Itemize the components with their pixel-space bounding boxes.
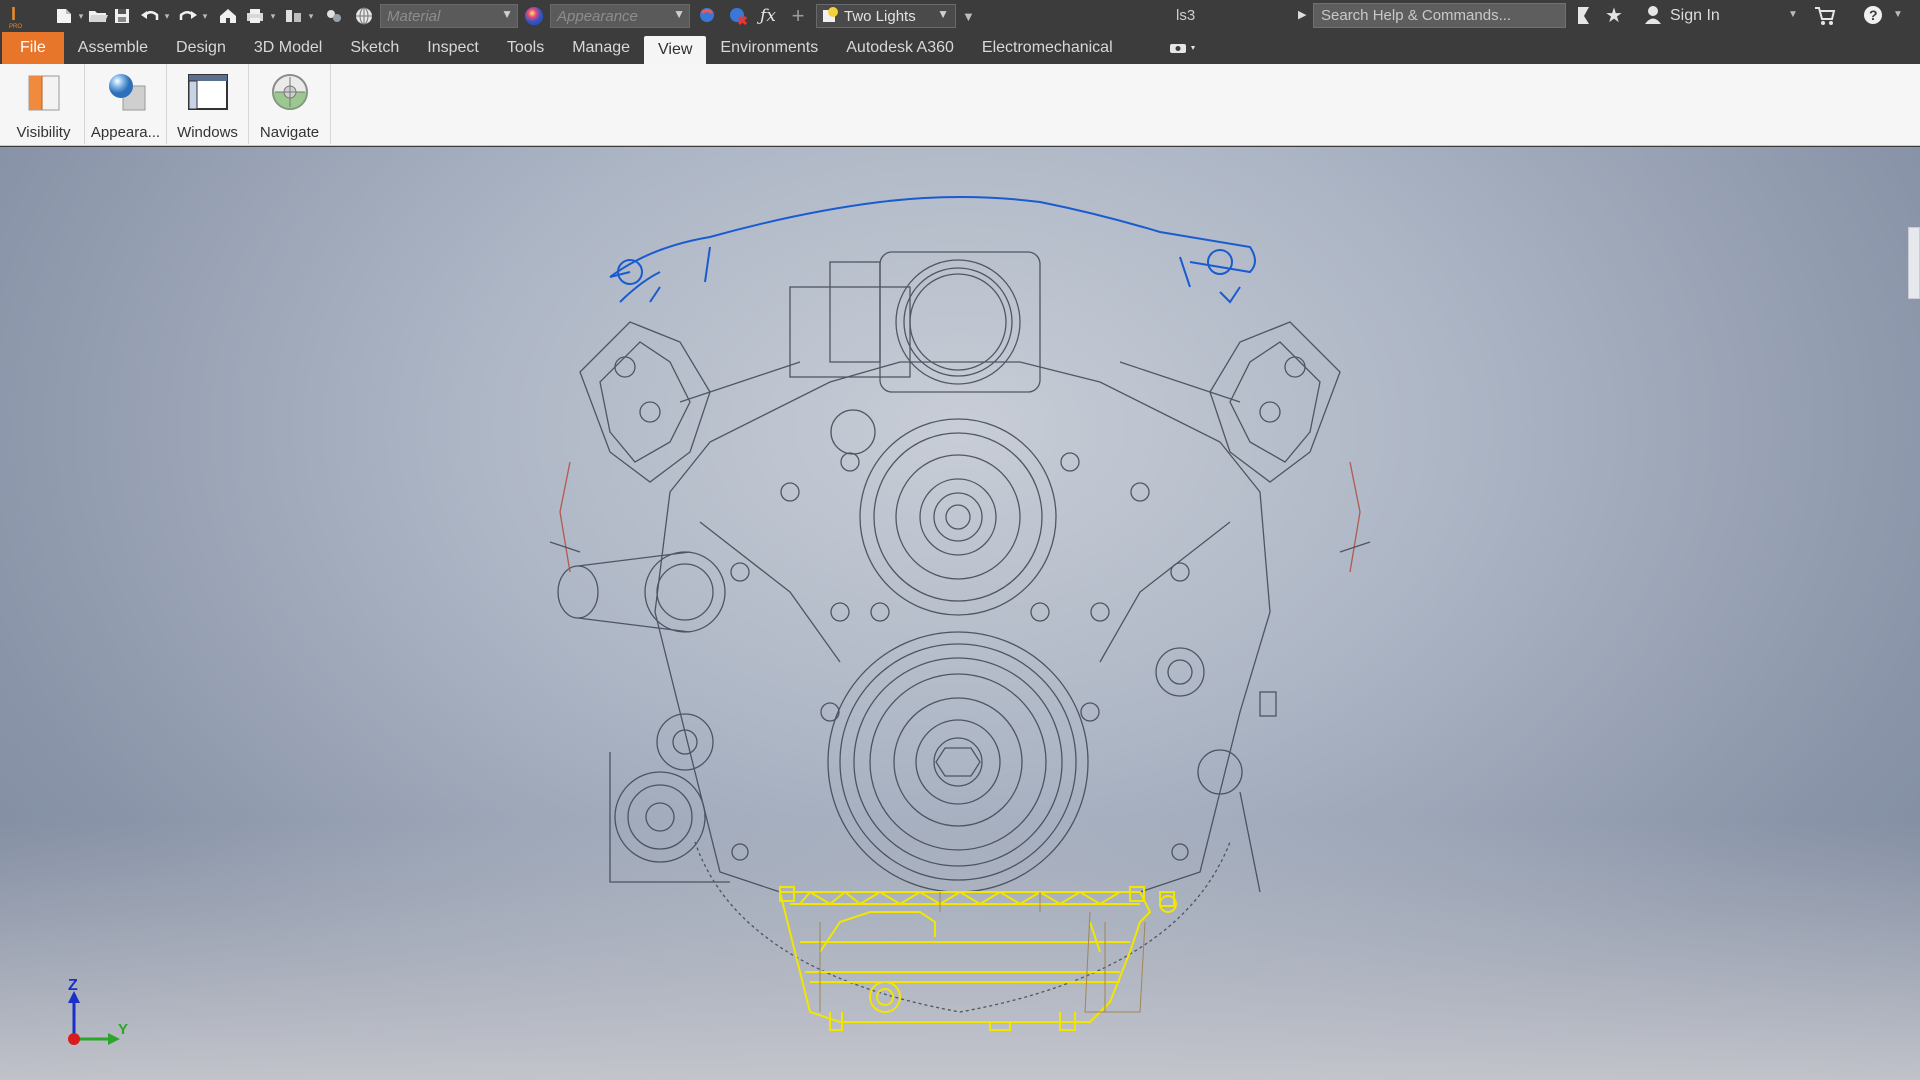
search-help-input[interactable]: Search Help & Commands... [1313, 3, 1566, 28]
viewport-scrollbar-thumb[interactable] [1908, 227, 1920, 299]
print-dropdown-icon[interactable]: ▾ [268, 11, 278, 22]
sign-in-dropdown-icon[interactable]: ▼ [1788, 9, 1798, 20]
navigate-label: Navigate [259, 124, 320, 141]
redo-dropdown-icon[interactable]: ▾ [200, 11, 210, 22]
tab-view[interactable]: View [644, 36, 707, 64]
tab-assemble[interactable]: Assemble [64, 32, 162, 64]
search-placeholder: Search Help & Commands... [1321, 7, 1512, 24]
new-file-icon[interactable] [52, 4, 76, 28]
cart-icon[interactable] [1813, 4, 1837, 31]
tab-file[interactable]: File [2, 32, 64, 64]
star-icon[interactable]: ★ [1605, 3, 1623, 28]
ribbon-overflow-icon[interactable] [1155, 32, 1213, 64]
appearance-combo[interactable]: Appearance ▼ [550, 4, 690, 28]
navigate-icon [271, 74, 308, 110]
visibility-label: Visibility [16, 124, 71, 141]
tab-autodesk-a360[interactable]: Autodesk A360 [832, 32, 968, 64]
undo-icon[interactable] [138, 4, 162, 28]
visibility-icon [28, 75, 59, 111]
appearance-icon [108, 74, 145, 111]
document-title: ls3 [1176, 7, 1196, 24]
home-icon[interactable] [216, 4, 240, 28]
new-dropdown-icon[interactable]: ▾ [76, 11, 86, 22]
bulb-icon [823, 7, 838, 22]
help-icon[interactable]: ? [1862, 4, 1884, 31]
tab-electromechanical[interactable]: Electromechanical [968, 32, 1127, 64]
ribbon-panel: Visibility Appeara... Windows Navigate [0, 64, 1920, 146]
clear-icon[interactable] [726, 4, 750, 28]
tab-sketch[interactable]: Sketch [336, 32, 413, 64]
appearance-button[interactable]: Appeara... [85, 64, 167, 144]
navigate-button[interactable]: Navigate [249, 64, 331, 144]
material-combo-text: Material [387, 7, 441, 25]
inventor-pro-logo[interactable]: I PRO [6, 4, 28, 29]
customize-toolbar-icon[interactable]: ▼ [962, 9, 975, 24]
tab-3d-model[interactable]: 3D Model [240, 32, 336, 64]
material-combo[interactable]: Material ▼ [380, 4, 518, 28]
help-dropdown-icon[interactable]: ▼ [1893, 9, 1903, 20]
redo-icon[interactable] [176, 4, 200, 28]
tab-environments[interactable]: Environments [706, 32, 832, 64]
select-dropdown-icon[interactable]: ▾ [306, 11, 316, 22]
tab-manage[interactable]: Manage [558, 32, 644, 64]
tab-design[interactable]: Design [162, 32, 240, 64]
fx-icon[interactable]: ƒx [756, 4, 780, 28]
graphics-viewport[interactable]: Z Y [0, 147, 1920, 1080]
plus-icon[interactable]: + [786, 3, 810, 28]
undo-dropdown-icon[interactable]: ▾ [162, 11, 172, 22]
appearance-ball-icon[interactable] [522, 4, 546, 28]
appearance-combo-text: Appearance [557, 7, 638, 25]
windows-button[interactable]: Windows [167, 64, 249, 144]
chevron-down-icon: ▼ [673, 7, 685, 21]
visibility-button[interactable]: Visibility [3, 64, 85, 144]
appearance-label: Appeara... [90, 124, 161, 141]
select-icon[interactable] [282, 4, 306, 28]
windows-icon [187, 74, 228, 110]
lighting-style-text: Two Lights [844, 7, 916, 25]
save-icon[interactable] [110, 4, 134, 28]
tab-inspect[interactable]: Inspect [413, 32, 493, 64]
color-icon[interactable] [322, 4, 346, 28]
user-icon[interactable] [1643, 4, 1663, 31]
svg-text:?: ? [1869, 7, 1878, 23]
globe-icon[interactable] [352, 4, 376, 28]
chevron-down-icon: ▼ [937, 7, 949, 21]
tab-tools[interactable]: Tools [493, 32, 558, 64]
sign-in-link[interactable]: Sign In [1670, 7, 1720, 25]
svg-text:PRO: PRO [9, 24, 22, 29]
lighting-style-combo[interactable]: Two Lights ▼ [816, 4, 956, 28]
print-icon[interactable] [244, 4, 268, 28]
windows-label: Windows [177, 124, 238, 141]
coordinate-triad: Z Y [56, 977, 146, 1057]
adjust-icon[interactable] [696, 4, 720, 28]
triad-axes-icon [68, 991, 120, 1045]
engine-wireframe-model[interactable] [540, 192, 1380, 1072]
chevron-down-icon: ▼ [501, 7, 513, 21]
quick-access-toolbar: IPRO ▾ ▾ ▾ ▾ ▾ Material ▼ Appearance ▼ [0, 0, 1920, 32]
bookmark-icon[interactable] [1574, 4, 1594, 31]
svg-text:I: I [11, 4, 16, 24]
search-expand-icon[interactable]: ▶ [1298, 8, 1306, 21]
open-folder-icon[interactable] [86, 4, 110, 28]
ribbon-tab-bar: File Assemble Design 3D Model Sketch Inspect T… [0, 32, 1920, 64]
